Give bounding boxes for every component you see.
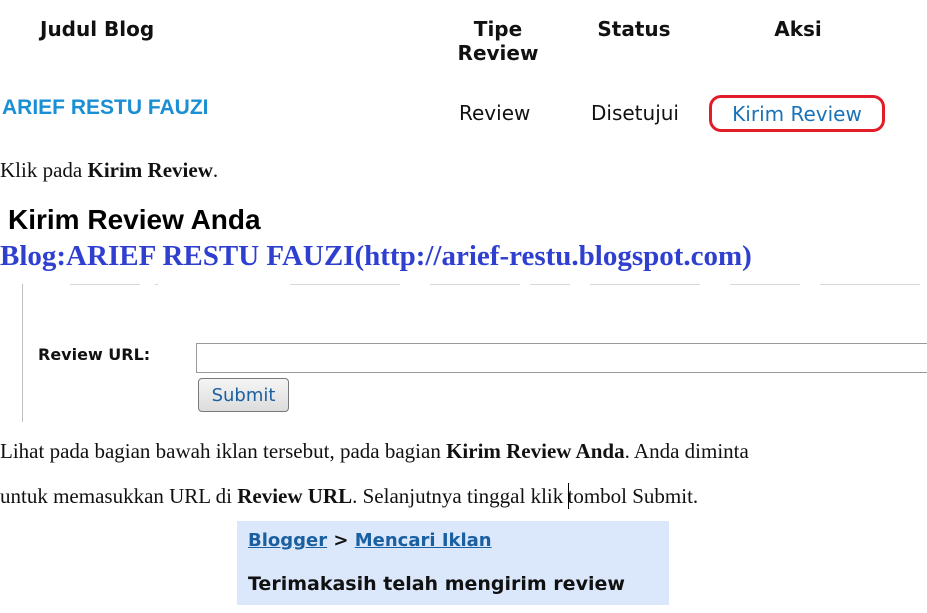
blog-title: ARIEF RESTU FAUZI [2,96,209,119]
instruction-2: Lihat pada bagian bawah iklan tersebut, … [0,439,749,464]
submit-button[interactable]: Submit [198,378,289,412]
row-status: Disetujui [591,101,679,125]
instruction-3-mid-b: tombol Submit. [567,484,699,508]
header-status: Status [597,17,671,41]
instruction-2-suffix: . Anda diminta [624,439,749,463]
review-url-label: Review URL: [38,345,151,364]
form-title: Kirim Review Anda [8,204,261,235]
kirim-review-link[interactable]: Kirim Review [732,102,862,126]
header-tipe-line2: Review [457,41,539,65]
instruction-2-bold: Kirim Review Anda [446,439,625,463]
instruction-3-prefix: untuk memasukkan URL di [0,484,238,508]
form-top-border [30,284,920,290]
instruction-3: untuk memasukkan URL di Review URL. Sela… [0,483,698,509]
breadcrumb: Blogger > Mencari Iklan [248,530,492,551]
watermark-text: Blog:ARIEF RESTU FAUZI(http://arief-rest… [0,240,752,272]
header-judul-blog: Judul Blog [40,17,155,41]
header-tipe-line1: Tipe [473,17,523,41]
breadcrumb-blogger-link[interactable]: Blogger [248,530,327,551]
instruction-1-prefix: Klik pada [0,158,88,182]
breadcrumb-separator: > [327,530,355,551]
instruction-1-bold: Kirim Review [87,158,213,182]
instruction-1: Klik pada Kirim Review. [0,158,218,183]
review-url-input[interactable] [196,343,927,373]
header-tipe-review: Tipe Review [448,17,548,65]
kirim-review-highlight: Kirim Review [709,95,885,132]
instruction-1-suffix: . [212,158,219,182]
instruction-2-prefix: Lihat pada bagian bawah iklan tersebut, … [0,439,447,463]
instruction-3-bold: Review URL [237,484,353,508]
confirmation-message: Terimakasih telah mengirim review [248,573,625,595]
instruction-3-mid-a: . Selanjutnya tinggal klik [352,484,569,508]
header-aksi: Aksi [774,17,822,41]
breadcrumb-mencari-iklan-link[interactable]: Mencari Iklan [355,530,492,551]
row-tipe: Review [459,101,531,125]
